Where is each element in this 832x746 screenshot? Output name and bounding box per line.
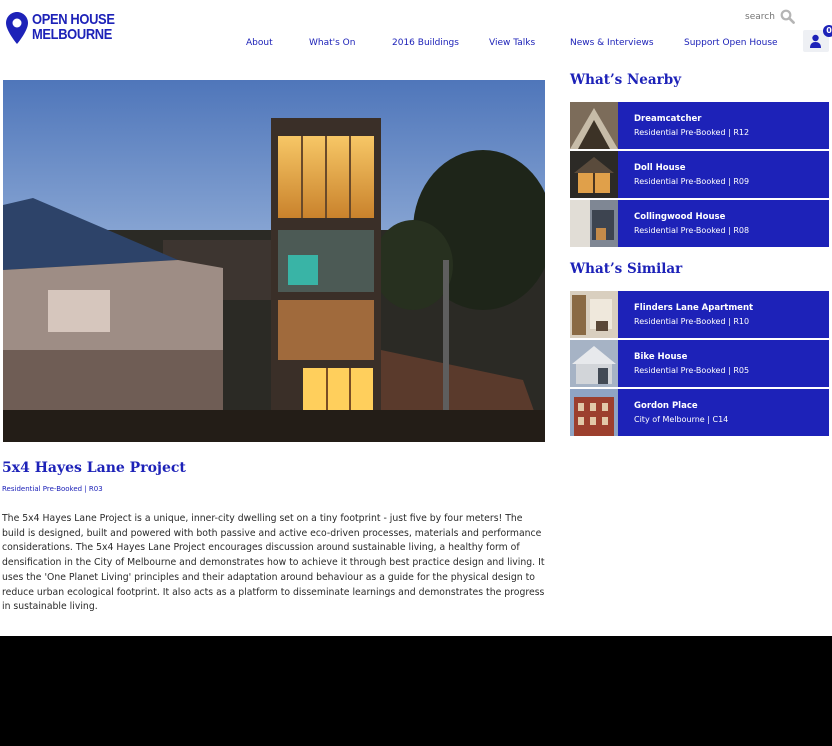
nearby-heading: What’s Nearby — [570, 72, 682, 88]
card-category: Residential Pre-Booked | R08 — [634, 226, 750, 235]
card-category: Residential Pre-Booked | R12 — [634, 128, 750, 137]
card-name: Dreamcatcher — [634, 114, 702, 124]
nearby-thumb-doll-house — [570, 151, 618, 198]
card-name: Doll House — [634, 163, 686, 173]
similar-thumb-bike-house — [570, 340, 618, 387]
similar-card-flinders-lane-apartment[interactable]: Flinders Lane Apartment Residential Pre-… — [570, 291, 829, 338]
project-title: 5x4 Hayes Lane Project — [2, 460, 186, 476]
logo-line-1: OPEN HOUSE — [32, 11, 115, 28]
card-name: Bike House — [634, 352, 688, 362]
similar-card-gordon-place[interactable]: Gordon Place City of Melbourne | C14 — [570, 389, 829, 436]
nearby-thumb-collingwood-house — [570, 200, 618, 247]
user-pin-icon — [810, 34, 821, 48]
card-name: Collingwood House — [634, 212, 726, 222]
nav-2016-buildings[interactable]: 2016 Buildings — [392, 38, 459, 48]
card-name: Gordon Place — [634, 401, 698, 411]
search-icon[interactable] — [780, 9, 795, 24]
nearby-list: Dreamcatcher Residential Pre-Booked | R1… — [570, 102, 829, 249]
card-category: City of Melbourne | C14 — [634, 415, 729, 424]
card-name: Flinders Lane Apartment — [634, 303, 754, 313]
itinerary-count-badge: 0 — [823, 25, 832, 37]
similar-thumb-flinders-lane-apartment — [570, 291, 618, 338]
page: OPEN HOUSE MELBOURNE About What's On 201… — [0, 0, 832, 636]
nav-news-interviews[interactable]: News & Interviews — [570, 38, 654, 48]
similar-card-bike-house[interactable]: Bike House Residential Pre-Booked | R05 — [570, 340, 829, 387]
similar-thumb-gordon-place — [570, 389, 618, 436]
similar-heading: What’s Similar — [570, 261, 683, 277]
card-category: Residential Pre-Booked | R09 — [634, 177, 750, 186]
nearby-thumb-dreamcatcher — [570, 102, 618, 149]
card-category: Residential Pre-Booked | R05 — [634, 366, 750, 375]
project-category[interactable]: Residential Pre-Booked | R03 — [2, 485, 103, 493]
nearby-card-doll-house[interactable]: Doll House Residential Pre-Booked | R09 — [570, 151, 829, 198]
nav-view-talks[interactable]: View Talks — [489, 38, 535, 48]
itinerary-button[interactable]: 0 — [803, 25, 832, 52]
nav-about[interactable]: About — [246, 38, 273, 48]
search-box — [745, 9, 795, 24]
nearby-card-collingwood-house[interactable]: Collingwood House Residential Pre-Booked… — [570, 200, 829, 247]
main-nav: About What's On 2016 Buildings View Talk… — [0, 38, 832, 50]
similar-list: Flinders Lane Apartment Residential Pre-… — [570, 291, 829, 438]
project-description: The 5x4 Hayes Lane Project is a unique, … — [2, 513, 545, 613]
nearby-card-dreamcatcher[interactable]: Dreamcatcher Residential Pre-Booked | R1… — [570, 102, 829, 149]
nav-support-open-house[interactable]: Support Open House — [684, 38, 778, 48]
card-category: Residential Pre-Booked | R10 — [634, 317, 750, 326]
nav-whats-on[interactable]: What's On — [309, 38, 355, 48]
search-input[interactable] — [745, 11, 779, 22]
hero-photo — [3, 80, 545, 442]
